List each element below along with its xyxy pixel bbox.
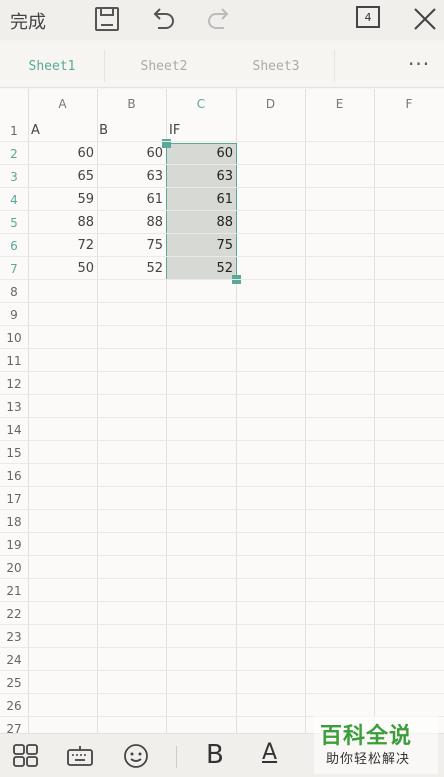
row-header[interactable]: 4 [0, 188, 28, 211]
row-header[interactable]: 22 [0, 602, 28, 625]
tab-divider [104, 50, 105, 82]
row-header[interactable]: 2 [0, 142, 28, 165]
watermark-title: 百科全说 [320, 724, 413, 749]
cell-a1[interactable]: A [28, 119, 97, 142]
grid-line [0, 555, 444, 556]
cell-a6[interactable]: 72 [28, 234, 97, 257]
grid-line [0, 509, 444, 510]
cell-c3[interactable]: 63 [166, 165, 236, 188]
grid-line [0, 394, 444, 395]
emoji-icon[interactable] [122, 742, 150, 770]
cell-c5[interactable]: 88 [166, 211, 236, 234]
grid-line [0, 463, 444, 464]
tab-divider [334, 50, 335, 82]
undo-icon[interactable] [148, 4, 178, 34]
column-header-f[interactable]: F [374, 89, 444, 119]
cell-b5[interactable]: 88 [97, 211, 166, 234]
redo-icon[interactable] [204, 4, 234, 34]
cell-b6[interactable]: 75 [97, 234, 166, 257]
bold-button[interactable]: B [206, 740, 224, 770]
row-header[interactable]: 26 [0, 694, 28, 717]
row-header[interactable]: 11 [0, 349, 28, 372]
sheet-tabs: Sheet1 Sheet2 Sheet3 ··· [0, 44, 444, 88]
cell-b3[interactable]: 63 [97, 165, 166, 188]
column-header-c[interactable]: C [166, 89, 236, 119]
column-header-b[interactable]: B [97, 89, 166, 119]
grid-line [0, 647, 444, 648]
grid-line [0, 670, 444, 671]
row-header[interactable]: 13 [0, 395, 28, 418]
row-header[interactable]: 25 [0, 671, 28, 694]
grid-line [0, 486, 444, 487]
watermark-subtitle: 助你轻松解决 [326, 752, 411, 767]
grid-line [0, 624, 444, 625]
row-header[interactable]: 20 [0, 556, 28, 579]
row-header[interactable]: 5 [0, 211, 28, 234]
grid-line [0, 693, 444, 694]
grid-line [305, 89, 306, 733]
cell-b1[interactable]: B [97, 119, 166, 142]
row-header[interactable]: 23 [0, 625, 28, 648]
grid-line [0, 325, 444, 326]
cell-b7[interactable]: 52 [97, 257, 166, 280]
grid-line [0, 302, 444, 303]
grid-line [374, 89, 375, 733]
row-header[interactable]: 19 [0, 533, 28, 556]
row-header[interactable]: 18 [0, 510, 28, 533]
page-count-badge[interactable]: 4 [356, 6, 380, 28]
cell-c4[interactable]: 61 [166, 188, 236, 211]
cell-c7[interactable]: 52 [166, 257, 236, 280]
grid-line [0, 440, 444, 441]
more-options-button[interactable]: ··· [408, 52, 430, 76]
row-header[interactable]: 21 [0, 579, 28, 602]
row-header[interactable]: 3 [0, 165, 28, 188]
close-icon[interactable] [410, 4, 440, 34]
grid-line [0, 417, 444, 418]
row-header[interactable]: 15 [0, 441, 28, 464]
grid-line [0, 601, 444, 602]
row-header[interactable]: 12 [0, 372, 28, 395]
cell-a5[interactable]: 88 [28, 211, 97, 234]
row-header[interactable]: 27 [0, 717, 28, 734]
cell-a2[interactable]: 60 [28, 142, 97, 165]
row-header[interactable]: 10 [0, 326, 28, 349]
keyboard-icon[interactable] [66, 742, 94, 770]
row-header[interactable]: 9 [0, 303, 28, 326]
cell-a7[interactable]: 50 [28, 257, 97, 280]
done-button[interactable]: 完成 [10, 8, 46, 34]
row-header[interactable]: 17 [0, 487, 28, 510]
spreadsheet-grid[interactable]: A B C D E F A B IF 1 2 3 4 5 6 7 8 9 10 11 12 13 14 15… [0, 89, 444, 733]
cell-c6[interactable]: 75 [166, 234, 236, 257]
grid-line [0, 371, 444, 372]
cell-a3[interactable]: 65 [28, 165, 97, 188]
grid-icon[interactable] [12, 742, 40, 770]
row-header[interactable]: 7 [0, 257, 28, 280]
grid-line [0, 578, 444, 579]
row-header[interactable]: 6 [0, 234, 28, 257]
cell-b2[interactable]: 60 [97, 142, 166, 165]
tab-sheet3[interactable]: Sheet3 [224, 44, 328, 88]
cell-b4[interactable]: 61 [97, 188, 166, 211]
row-header[interactable]: 1 [0, 119, 28, 142]
column-header-d[interactable]: D [236, 89, 305, 119]
save-icon[interactable] [92, 4, 122, 34]
grid-line [0, 532, 444, 533]
tab-sheet1[interactable]: Sheet1 [0, 44, 104, 88]
column-header-a[interactable]: A [28, 89, 97, 119]
row-header[interactable]: 8 [0, 280, 28, 303]
tab-sheet2[interactable]: Sheet2 [112, 44, 216, 88]
cell-c1[interactable]: IF [166, 119, 236, 142]
row-header[interactable]: 24 [0, 648, 28, 671]
row-header[interactable]: 16 [0, 464, 28, 487]
toolbar-divider [176, 746, 177, 768]
watermark: 百科全说 助你轻松解决 [314, 716, 438, 774]
grid-line [0, 348, 444, 349]
cell-c2[interactable]: 60 [166, 142, 236, 165]
top-toolbar: 完成 4 [0, 0, 444, 40]
font-color-button[interactable]: A [262, 740, 277, 765]
cell-a4[interactable]: 59 [28, 188, 97, 211]
row-header[interactable]: 14 [0, 418, 28, 441]
column-header-e[interactable]: E [305, 89, 374, 119]
